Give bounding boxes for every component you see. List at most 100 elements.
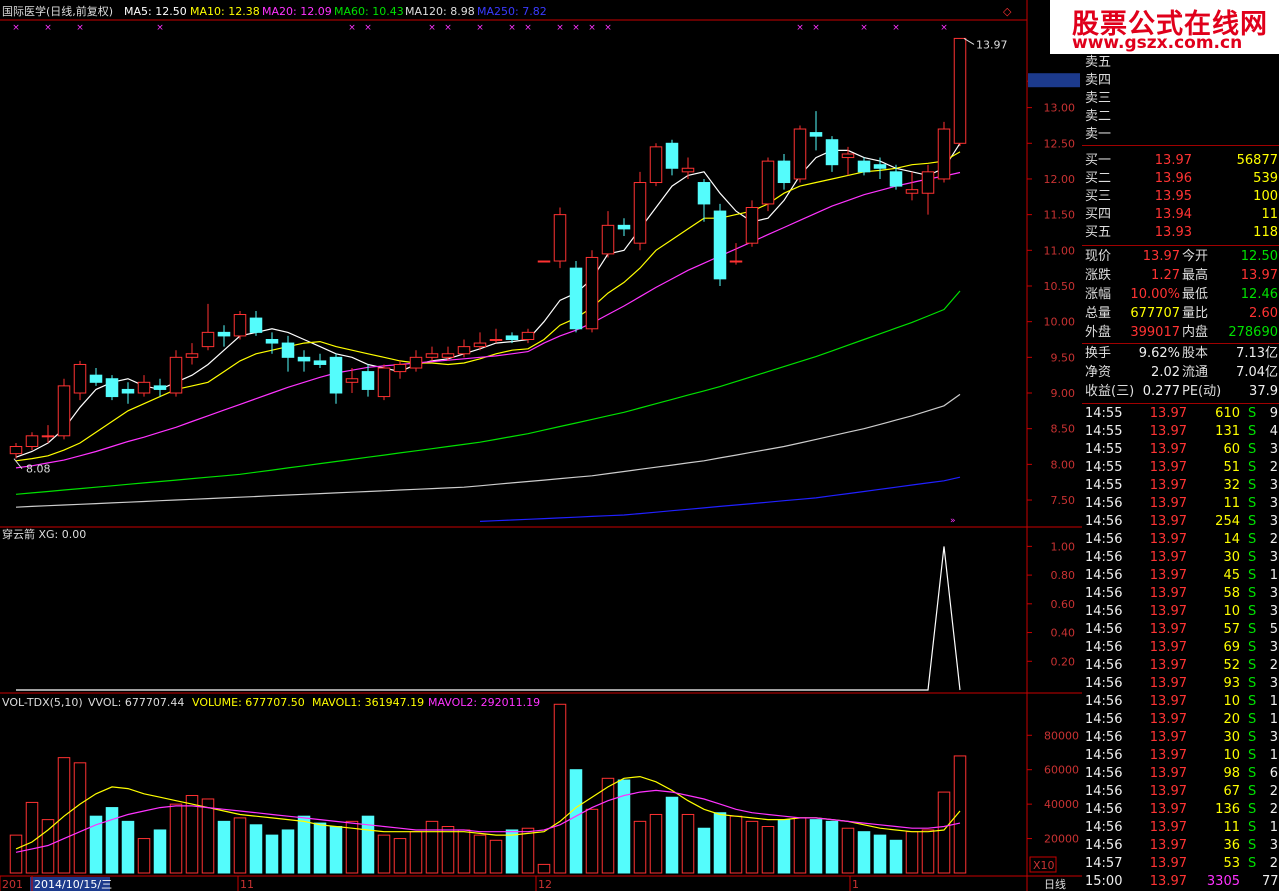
tick-price: 13.97 (1149, 424, 1187, 439)
tick-row: 14:55 13.97 60 S 3 (1082, 441, 1279, 459)
candle-down (697, 182, 711, 205)
kline-chart[interactable]: 13.3713.0012.5012.0011.5011.0010.5010.00… (0, 0, 1082, 891)
volume-bar-down (665, 796, 679, 874)
tick-row: 14:56 13.97 254 S 3 (1082, 513, 1279, 531)
volume-bar-down (617, 779, 631, 874)
volume-bar-down (873, 834, 887, 874)
buy-level-row: 买四 13.94 11 (1082, 206, 1279, 224)
fundamental-row: 换手 9.62% 股本 7.13亿 (1082, 345, 1279, 363)
tick-volume: 93 (1223, 676, 1240, 691)
volume-bar-down (857, 831, 871, 874)
tick-price: 13.97 (1149, 532, 1187, 547)
fundamental-value: 2.02 (1151, 365, 1180, 380)
volume-bar-up (905, 831, 919, 874)
candle-up (457, 346, 471, 355)
candle-down (665, 142, 679, 169)
tick-price: 13.97 (1149, 676, 1187, 691)
current-price-box (1028, 73, 1080, 88)
candle-up (841, 153, 855, 159)
quote-value: 2.60 (1249, 306, 1278, 321)
candle-down (89, 374, 103, 383)
tick-side: S (1248, 820, 1257, 835)
sell-level-row: 卖五 (1082, 54, 1279, 72)
signal-marker: × (428, 23, 436, 33)
fundamental-value: 7.04亿 (1236, 365, 1278, 380)
signal-marker: × (76, 23, 84, 33)
tick-price: 13.97 (1149, 712, 1187, 727)
header-legend: 国际医学(日线,前复权) (2, 4, 113, 18)
buy-level-label: 买一 (1085, 153, 1112, 168)
volume-bar-up (793, 817, 807, 874)
xg-tick-label: 0.20 (1051, 655, 1076, 668)
diamond-icon: ◇ (1003, 5, 1012, 18)
tick-price: 13.97 (1149, 874, 1187, 889)
quote-value: 1.27 (1151, 268, 1180, 283)
tick-volume: 60 (1223, 442, 1240, 457)
candle-up (489, 338, 503, 341)
tick-time: 14:57 (1085, 856, 1123, 871)
fundamental-value: 9.62% (1138, 346, 1180, 361)
candle-down (265, 338, 279, 344)
tick-price: 13.97 (1149, 856, 1187, 871)
volume-bar-down (329, 826, 343, 874)
volume-bar-up (201, 798, 215, 874)
candle-up (553, 214, 567, 262)
tick-side: S (1248, 676, 1257, 691)
volume-bar-up (585, 808, 599, 874)
date-label: 1 (852, 878, 859, 891)
tick-count: 1 (1269, 694, 1278, 709)
tick-price: 13.97 (1149, 694, 1187, 709)
candle-up (729, 260, 743, 263)
candle-up (425, 353, 439, 358)
tick-side: S (1248, 694, 1257, 709)
candle-down (153, 385, 167, 390)
buy-level-label: 买三 (1085, 189, 1112, 204)
buy-level-volume: 56877 (1236, 153, 1278, 168)
candle-down (809, 132, 823, 137)
tick-volume: 610 (1215, 406, 1240, 421)
candle-down (825, 139, 839, 166)
buy-level-label: 买四 (1085, 207, 1112, 222)
tick-time: 14:56 (1085, 802, 1123, 817)
candle-down (569, 267, 583, 330)
tick-row: 14:56 13.97 93 S 3 (1082, 675, 1279, 693)
tick-row: 14:56 13.97 10 S 3 (1082, 603, 1279, 621)
tick-price: 13.97 (1149, 802, 1187, 817)
candle-up (921, 171, 935, 194)
low-label: 8.08 (26, 463, 51, 476)
tick-time: 14:55 (1085, 406, 1123, 421)
header-legend: MA20: 12.09 (262, 5, 332, 18)
candle-up (905, 189, 919, 194)
tick-volume: 20 (1223, 712, 1240, 727)
candle-up (25, 435, 39, 448)
buy-level-label: 买五 (1085, 225, 1112, 240)
candle-down (329, 356, 343, 394)
volume-bar-down (825, 820, 839, 874)
tick-volume: 131 (1215, 424, 1240, 439)
volume-bar-up (633, 820, 647, 874)
signal-marker: × (796, 23, 804, 33)
tick-count: 3 (1269, 640, 1278, 655)
right-panel: 卖五 卖四 卖三 卖二 卖一 买一 13.97 56877 买二 13.96 539 买三 13.95 1… (1082, 0, 1279, 891)
volume-bar-down (569, 769, 583, 874)
tick-volume: 254 (1215, 514, 1240, 529)
tick-row: 14:56 13.97 10 S 1 (1082, 693, 1279, 711)
tick-price: 13.97 (1149, 496, 1187, 511)
volume-bar-up (169, 803, 183, 874)
tick-side: S (1248, 748, 1257, 763)
fundamental-row: 收益(三) 0.277 PE(动) 37.9 (1082, 383, 1279, 401)
tick-row: 15:00 13.97 3305 77 (1082, 873, 1279, 891)
volume-bar-up (601, 777, 615, 874)
tick-row: 14:56 13.97 67 S 2 (1082, 783, 1279, 801)
price-tick-label: 7.50 (1051, 494, 1076, 507)
volume-bar-up (233, 817, 247, 874)
volume-bar-down (153, 829, 167, 874)
tick-volume: 14 (1223, 532, 1240, 547)
candle-up (521, 331, 535, 340)
tick-side: S (1248, 568, 1257, 583)
volume-bar-up (841, 827, 855, 874)
tick-side: S (1248, 442, 1257, 457)
tick-row: 14:56 13.97 45 S 1 (1082, 567, 1279, 585)
tick-count: 3 (1269, 838, 1278, 853)
sell-level-label: 卖二 (1085, 109, 1112, 124)
